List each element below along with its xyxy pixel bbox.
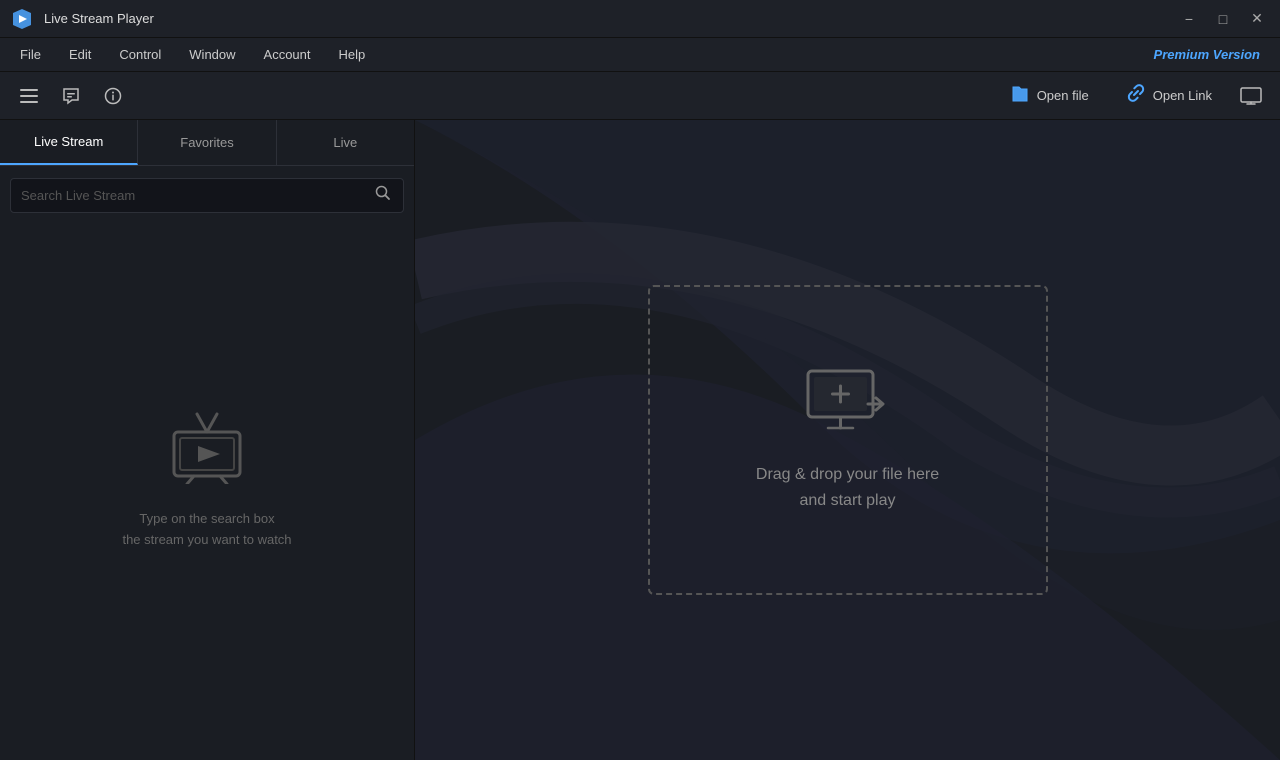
tab-live[interactable]: Live [277,120,414,165]
drop-zone-text: Drag & drop your file here and start pla… [756,462,939,513]
open-link-button[interactable]: Open Link [1111,76,1226,115]
open-link-icon [1125,82,1147,109]
menu-control[interactable]: Control [107,43,173,66]
hamburger-menu-button[interactable] [12,79,46,113]
tab-favorites[interactable]: Favorites [138,120,276,165]
app-title: Live Stream Player [44,11,1174,26]
menubar: File Edit Control Window Account Help Pr… [0,38,1280,72]
toolbar: Open file Open Link [0,72,1280,120]
app-logo [8,5,36,33]
menu-edit[interactable]: Edit [57,43,103,66]
titlebar: Live Stream Player − □ ✕ [0,0,1280,38]
window-controls: − □ ✕ [1174,6,1272,32]
open-link-label: Open Link [1153,88,1212,103]
search-button[interactable] [373,183,393,208]
content-area: Drag & drop your file here and start pla… [415,120,1280,760]
sidebar-empty-text: Type on the search box the stream you wa… [122,509,291,551]
dropzone[interactable]: Drag & drop your file here and start pla… [648,285,1048,595]
menu-window[interactable]: Window [177,43,247,66]
maximize-button[interactable]: □ [1208,6,1238,32]
minimize-button[interactable]: − [1174,6,1204,32]
main-layout: Live Stream Favorites Live [0,120,1280,760]
premium-label: Premium Version [1154,47,1272,62]
tab-live-stream[interactable]: Live Stream [0,120,138,165]
sidebar-empty-state: Type on the search box the stream you wa… [0,225,414,760]
sidebar: Live Stream Favorites Live [0,120,415,760]
info-button[interactable] [96,79,130,113]
screen-button[interactable] [1234,79,1268,113]
drop-icon [803,366,893,446]
open-file-label: Open file [1037,88,1089,103]
search-input[interactable] [21,188,373,203]
menu-file[interactable]: File [8,43,53,66]
open-file-button[interactable]: Open file [995,76,1103,115]
search-box [10,178,404,213]
close-button[interactable]: ✕ [1242,6,1272,32]
chat-button[interactable] [54,79,88,113]
menu-help[interactable]: Help [327,43,378,66]
tv-icon [162,394,252,489]
open-file-icon [1009,82,1031,109]
tab-bar: Live Stream Favorites Live [0,120,414,166]
menu-account[interactable]: Account [252,43,323,66]
